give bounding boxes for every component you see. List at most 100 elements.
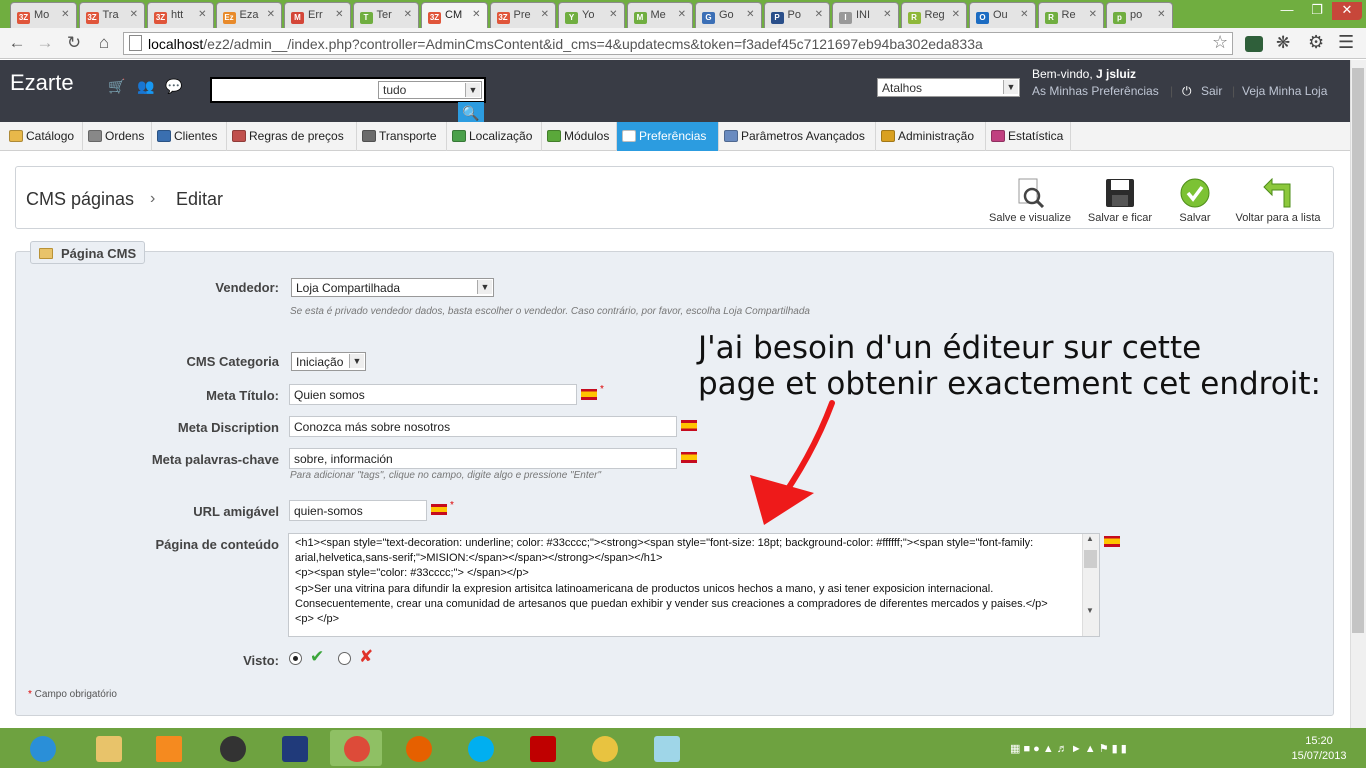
home-icon[interactable]: ⌂ (92, 32, 116, 54)
tab-close-icon[interactable]: ✕ (267, 9, 275, 20)
tab-close-icon[interactable]: ✕ (198, 9, 206, 20)
logout-link[interactable]: Sair (1201, 84, 1222, 98)
extension-icon[interactable] (1245, 36, 1263, 52)
tab-close-icon[interactable]: ✕ (541, 9, 549, 20)
eclipse-taskbar-app[interactable] (206, 730, 258, 766)
save-and-stay-button[interactable]: Salvar e ficar (1082, 178, 1158, 224)
scroll-down-icon[interactable]: ▼ (1086, 606, 1094, 615)
menu-item[interactable]: Clientes (152, 122, 227, 151)
ie-taskbar-app[interactable] (16, 730, 68, 766)
tab-close-icon[interactable]: ✕ (678, 9, 686, 20)
browser-tab[interactable]: T Ter ✕ (352, 2, 419, 28)
browser-tab[interactable]: 3Z htt ✕ (147, 2, 214, 28)
explorer-taskbar-app[interactable] (82, 730, 134, 766)
spain-flag-icon[interactable] (681, 452, 697, 463)
browser-tab[interactable]: 3Z Pre ✕ (489, 2, 556, 28)
reload-icon[interactable]: ↻ (62, 32, 86, 54)
menu-item[interactable]: Administração (876, 122, 986, 151)
browser-tab[interactable]: R Reg ✕ (900, 2, 967, 28)
breadcrumb-parent[interactable]: CMS páginas (26, 189, 134, 210)
extension-bug-icon[interactable]: ❋ (1276, 33, 1290, 53)
browser-tab[interactable]: M Err ✕ (284, 2, 351, 28)
vendor-select[interactable]: Loja Compartilhada ▼ (291, 278, 494, 297)
menu-item[interactable]: Preferências (617, 122, 719, 151)
app-taskbar-item[interactable] (578, 730, 630, 766)
browser-tab[interactable]: 3Z CM ✕ (421, 2, 488, 28)
cart-icon[interactable]: 🛒 (108, 78, 125, 95)
menu-item[interactable]: Transporte (357, 122, 447, 151)
forward-icon[interactable]: → (33, 32, 57, 54)
back-icon[interactable]: ← (5, 32, 29, 54)
browser-tab[interactable]: O Ou ✕ (969, 2, 1036, 28)
xampp-taskbar-app[interactable] (142, 730, 194, 766)
menu-item[interactable]: Estatística (986, 122, 1071, 151)
browser-tab[interactable]: R Re ✕ (1037, 2, 1104, 28)
tab-close-icon[interactable]: ✕ (130, 9, 138, 20)
notes-taskbar-app[interactable] (640, 730, 692, 766)
tab-close-icon[interactable]: ✕ (1020, 9, 1028, 20)
filezilla-taskbar-app[interactable] (516, 730, 568, 766)
minimize-button[interactable]: — (1272, 2, 1302, 20)
skype-taskbar-app[interactable] (454, 730, 506, 766)
preferences-link[interactable]: As Minhas Preferências (1032, 84, 1159, 98)
visible-no-radio[interactable] (338, 652, 351, 665)
spain-flag-icon[interactable] (1104, 536, 1120, 547)
tab-close-icon[interactable]: ✕ (1157, 9, 1165, 20)
bookmark-star-icon[interactable]: ☆ (1212, 32, 1228, 53)
content-scrollbar-thumb[interactable] (1084, 550, 1097, 568)
back-to-list-button[interactable]: Voltar para a lista (1232, 178, 1324, 224)
menu-item[interactable]: Módulos (542, 122, 617, 151)
address-bar[interactable]: localhost/ez2/admin__/index.php?controll… (123, 32, 1233, 55)
page-scrollbar-thumb[interactable] (1352, 68, 1364, 633)
meta-title-input[interactable]: Quien somos (289, 384, 577, 405)
search-button[interactable]: 🔍 (458, 102, 484, 124)
browser-tab[interactable]: 3Z Tra ✕ (78, 2, 145, 28)
save-button[interactable]: Salvar (1170, 178, 1220, 224)
browser-tab[interactable]: I INI ✕ (832, 2, 899, 28)
search-scope-select[interactable]: tudo ▼ (378, 81, 482, 99)
menu-item[interactable]: Regras de preços (227, 122, 357, 151)
browser-tab[interactable]: M Me ✕ (626, 2, 693, 28)
menu-item[interactable]: Catálogo (4, 122, 83, 151)
browser-tab[interactable]: G Go ✕ (695, 2, 762, 28)
category-select[interactable]: Iniciação ▼ (291, 352, 366, 371)
firefox-taskbar-app[interactable] (392, 730, 444, 766)
close-window-button[interactable]: ✕ (1332, 2, 1362, 20)
shop-logo[interactable]: Ezarte (10, 70, 74, 96)
save-and-preview-button[interactable]: Salve e visualize (985, 178, 1075, 224)
tab-close-icon[interactable]: ✕ (746, 9, 754, 20)
browser-tab[interactable]: p po ✕ (1106, 2, 1173, 28)
customers-icon[interactable]: 👥 (137, 78, 154, 95)
shortcuts-select[interactable]: Atalhos ▼ (877, 78, 1020, 97)
spain-flag-icon[interactable] (681, 420, 697, 431)
maximize-button[interactable]: ❐ (1302, 2, 1332, 20)
help-taskbar-app[interactable] (268, 730, 320, 766)
tab-close-icon[interactable]: ✕ (609, 9, 617, 20)
spain-flag-icon[interactable] (431, 504, 447, 515)
tab-close-icon[interactable]: ✕ (335, 9, 343, 20)
menu-icon[interactable]: ☰ (1338, 32, 1354, 53)
browser-tab[interactable]: P Po ✕ (763, 2, 830, 28)
chrome-taskbar-app[interactable] (330, 730, 382, 766)
tab-close-icon[interactable]: ✕ (1089, 9, 1097, 20)
page-content-textarea[interactable]: <h1><span style="text-decoration: underl… (288, 533, 1100, 637)
tab-close-icon[interactable]: ✕ (61, 9, 69, 20)
visible-yes-radio[interactable] (289, 652, 302, 665)
menu-item[interactable]: Ordens (83, 122, 152, 151)
tab-close-icon[interactable]: ✕ (815, 9, 823, 20)
view-shop-link[interactable]: Veja Minha Loja (1242, 84, 1327, 98)
browser-tab[interactable]: Y Yo ✕ (558, 2, 625, 28)
browser-tab[interactable]: Ez Eza ✕ (215, 2, 282, 28)
system-clock[interactable]: 15:20 15/07/2013 (1288, 734, 1350, 764)
browser-tab[interactable]: 3Z Mo ✕ (10, 2, 77, 28)
tray-icons[interactable]: ▦ ■ ● ▲ ♬ ► ▲ ⚑ ▮ ▮ (1010, 742, 1127, 755)
menu-item[interactable]: Parâmetros Avançados (719, 122, 876, 151)
tab-close-icon[interactable]: ✕ (404, 9, 412, 20)
scroll-up-icon[interactable]: ▲ (1086, 534, 1094, 543)
messages-icon[interactable]: 💬 (165, 78, 182, 95)
meta-keywords-input[interactable]: sobre, información (289, 448, 677, 469)
tab-close-icon[interactable]: ✕ (883, 9, 891, 20)
settings-gear-icon[interactable]: ⚙ (1308, 32, 1324, 53)
tab-close-icon[interactable]: ✕ (952, 9, 960, 20)
meta-description-input[interactable]: Conozca más sobre nosotros (289, 416, 677, 437)
